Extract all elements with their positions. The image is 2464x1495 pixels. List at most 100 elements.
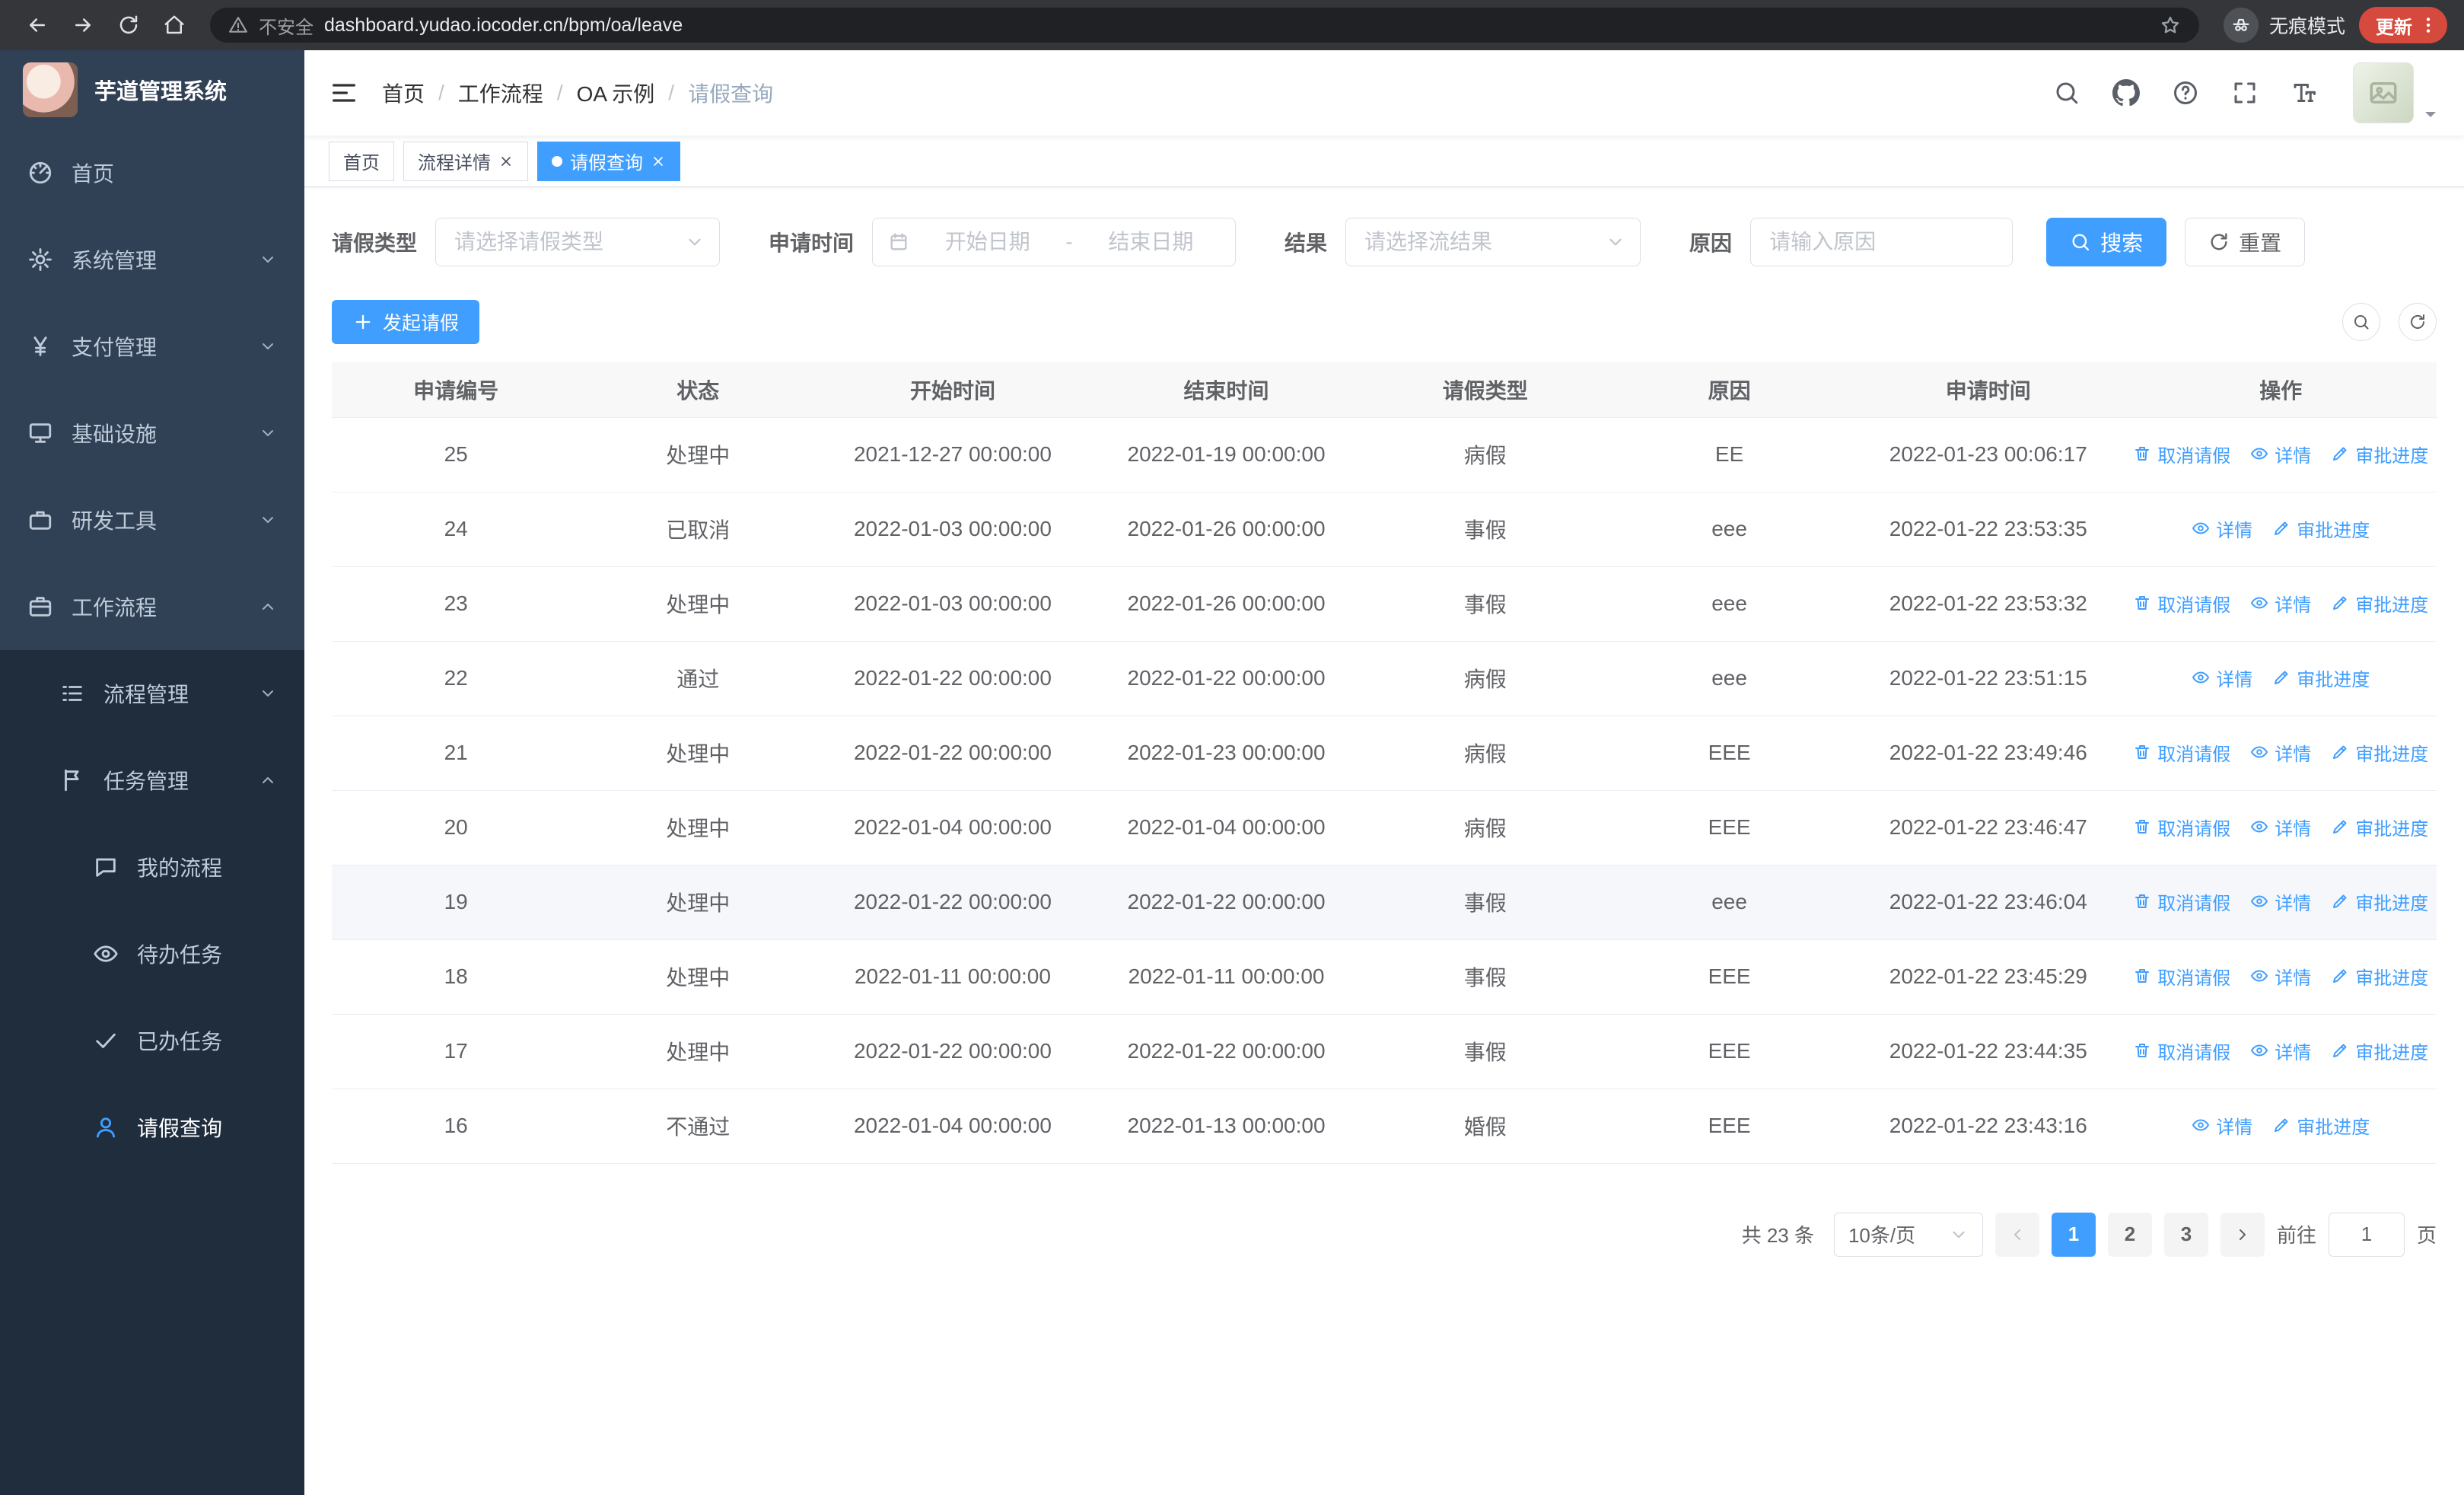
bookmark-star-icon[interactable] xyxy=(2160,14,2181,36)
leave-type-input[interactable] xyxy=(435,218,721,266)
refresh-table-button[interactable] xyxy=(2399,303,2437,341)
reload-icon[interactable] xyxy=(108,5,149,46)
cell-status: 处理中 xyxy=(580,716,817,791)
detail-link[interactable]: 详情 xyxy=(2250,1038,2311,1064)
cell-id: 23 xyxy=(332,566,581,642)
pager-pages: 123 xyxy=(2051,1212,2208,1257)
end-date-input[interactable] xyxy=(1081,230,1221,254)
approval-progress-link[interactable]: 审批进度 xyxy=(2272,515,2370,542)
cancel-leave-link[interactable]: 取消请假 xyxy=(2133,590,2230,617)
approval-progress-link[interactable]: 审批进度 xyxy=(2331,963,2428,990)
cell-status: 已取消 xyxy=(580,492,817,567)
breadcrumb-workflow[interactable]: 工作流程 xyxy=(458,78,543,108)
detail-link[interactable]: 详情 xyxy=(2250,814,2311,840)
cell-operations: 详情 审批进度 xyxy=(2125,492,2437,567)
start-date-input[interactable] xyxy=(918,230,1057,254)
detail-link[interactable]: 详情 xyxy=(2250,888,2311,915)
sidebar-item-my-process[interactable]: 我的流程 xyxy=(0,824,304,910)
sidebar-item-leave-query[interactable]: 请假查询 xyxy=(0,1084,304,1171)
page-size-select[interactable]: 10条/页 xyxy=(1833,1212,1983,1257)
help-icon[interactable] xyxy=(2172,79,2199,107)
close-icon[interactable] xyxy=(651,154,666,169)
approval-progress-link[interactable]: 审批进度 xyxy=(2331,888,2428,915)
sidebar-item-todo-tasks[interactable]: 待办任务 xyxy=(0,910,304,997)
goto-page-input[interactable] xyxy=(2328,1212,2405,1257)
approval-progress-link[interactable]: 审批进度 xyxy=(2272,1112,2370,1139)
search-button[interactable]: 搜索 xyxy=(2046,218,2167,266)
approval-progress-link[interactable]: 审批进度 xyxy=(2272,665,2370,691)
breadcrumb-oa-example[interactable]: OA 示例 xyxy=(577,78,655,108)
approval-progress-link[interactable]: 审批进度 xyxy=(2331,1038,2428,1064)
prev-page-button[interactable] xyxy=(1994,1212,2039,1257)
hamburger-icon[interactable] xyxy=(329,78,359,108)
sidebar-item-home[interactable]: 首页 xyxy=(0,129,304,216)
goto-suffix: 页 xyxy=(2416,1224,2437,1247)
cell-end: 2022-01-19 00:00:00 xyxy=(1089,417,1364,492)
kebab-menu-icon[interactable] xyxy=(2418,15,2438,35)
sidebar-item-workflow[interactable]: 工作流程 xyxy=(0,563,304,650)
address-bar[interactable]: 不安全 dashboard.yudao.iocoder.cn/bpm/oa/le… xyxy=(210,8,2199,43)
cancel-leave-link[interactable]: 取消请假 xyxy=(2133,814,2230,840)
detail-link[interactable]: 详情 xyxy=(2192,515,2252,542)
cell-status: 处理中 xyxy=(580,1014,817,1089)
calendar-icon xyxy=(888,231,909,253)
sidebar-item-devtools[interactable]: 研发工具 xyxy=(0,477,304,563)
home-icon[interactable] xyxy=(154,5,195,46)
approval-progress-link[interactable]: 审批进度 xyxy=(2331,814,2428,840)
sidebar-item-process-mgmt[interactable]: 流程管理 xyxy=(0,650,304,737)
close-icon[interactable] xyxy=(498,154,514,169)
detail-link[interactable]: 详情 xyxy=(2192,1112,2252,1139)
next-page-button[interactable] xyxy=(2220,1212,2265,1257)
sidebar-item-task-mgmt[interactable]: 任务管理 xyxy=(0,737,304,824)
github-icon[interactable] xyxy=(2112,79,2140,107)
app-logo[interactable]: 芋道管理系统 xyxy=(0,50,304,129)
cell-id: 21 xyxy=(332,716,581,791)
forward-icon[interactable] xyxy=(62,5,103,46)
detail-link[interactable]: 详情 xyxy=(2250,963,2311,990)
sidebar-item-system[interactable]: 系统管理 xyxy=(0,216,304,303)
detail-link[interactable]: 详情 xyxy=(2250,590,2311,617)
approval-progress-link[interactable]: 审批进度 xyxy=(2331,441,2428,467)
result-select[interactable] xyxy=(1345,218,1641,266)
security-label[interactable]: 不安全 xyxy=(259,12,314,39)
sidebar-item-done-tasks[interactable]: 已办任务 xyxy=(0,997,304,1084)
chevron-down-icon xyxy=(259,250,277,269)
url-text[interactable]: dashboard.yudao.iocoder.cn/bpm/oa/leave xyxy=(324,14,683,37)
search-icon[interactable] xyxy=(2053,79,2080,107)
breadcrumb-home[interactable]: 首页 xyxy=(382,78,425,108)
create-leave-button[interactable]: 发起请假 xyxy=(332,300,480,344)
tab-1[interactable]: 流程详情 xyxy=(403,141,528,181)
page-button-2[interactable]: 2 xyxy=(2107,1212,2152,1257)
detail-link[interactable]: 详情 xyxy=(2192,665,2252,691)
sidebar-item-infra[interactable]: 基础设施 xyxy=(0,390,304,477)
cancel-leave-link[interactable]: 取消请假 xyxy=(2133,441,2230,467)
font-size-icon[interactable] xyxy=(2291,79,2318,107)
apply-time-range-picker[interactable]: - xyxy=(872,218,1237,266)
update-button[interactable]: 更新 xyxy=(2359,7,2447,43)
cancel-leave-link[interactable]: 取消请假 xyxy=(2133,963,2230,990)
approval-progress-link[interactable]: 审批进度 xyxy=(2331,590,2428,617)
tab-0[interactable]: 首页 xyxy=(329,141,394,181)
fullscreen-icon[interactable] xyxy=(2231,79,2259,107)
approval-progress-link[interactable]: 审批进度 xyxy=(2331,739,2428,766)
column-header: 申请时间 xyxy=(1851,362,2125,418)
page-button-3[interactable]: 3 xyxy=(2163,1212,2208,1257)
cancel-leave-link[interactable]: 取消请假 xyxy=(2133,739,2230,766)
detail-link[interactable]: 详情 xyxy=(2250,739,2311,766)
reset-button[interactable]: 重置 xyxy=(2185,218,2306,266)
reason-input[interactable] xyxy=(1750,218,2014,266)
page-button-1[interactable]: 1 xyxy=(2051,1212,2096,1257)
cancel-leave-link[interactable]: 取消请假 xyxy=(2133,888,2230,915)
search-toggle-button[interactable] xyxy=(2342,303,2380,341)
detail-link[interactable]: 详情 xyxy=(2250,441,2311,467)
user-avatar[interactable] xyxy=(2353,62,2440,123)
back-icon[interactable] xyxy=(17,5,58,46)
app-title: 芋道管理系统 xyxy=(94,80,228,104)
op-label: 审批进度 xyxy=(2355,445,2429,467)
tab-2[interactable]: 请假查询 xyxy=(537,141,680,181)
cell-start: 2022-01-03 00:00:00 xyxy=(816,566,1090,642)
sidebar-item-payment[interactable]: 支付管理 xyxy=(0,303,304,390)
cancel-leave-link[interactable]: 取消请假 xyxy=(2133,1038,2230,1064)
leave-type-select[interactable] xyxy=(435,218,721,266)
result-input[interactable] xyxy=(1345,218,1641,266)
